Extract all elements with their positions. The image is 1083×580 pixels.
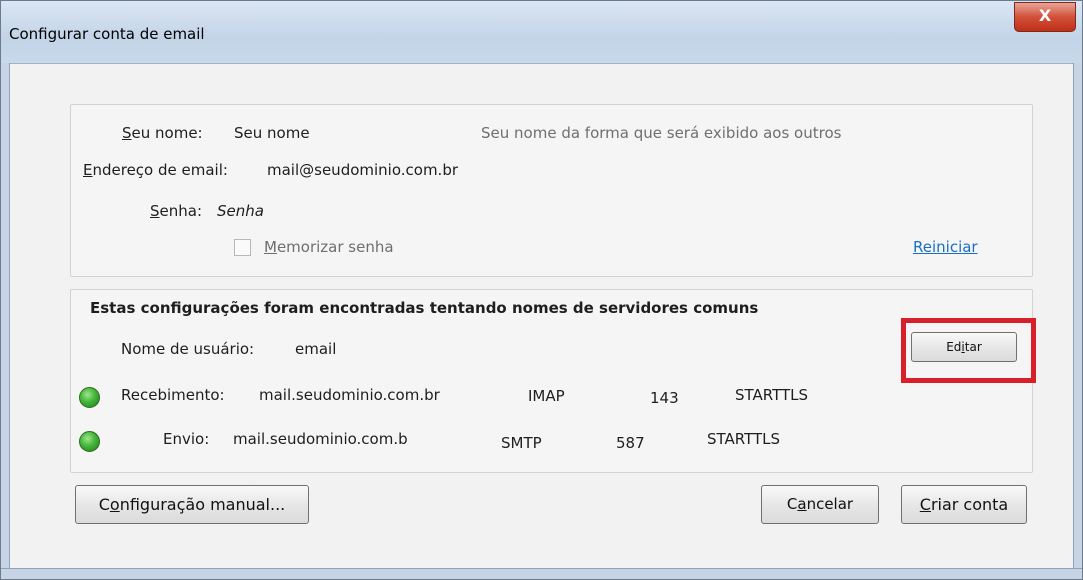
outgoing-status-icon — [79, 431, 100, 452]
outgoing-security: STARTTLS — [707, 430, 781, 448]
title-bar[interactable]: Configurar conta de email X — [1, 1, 1082, 64]
incoming-protocol: IMAP — [528, 387, 565, 405]
close-icon: X — [1038, 6, 1052, 25]
incoming-host: mail.seudominio.com.br — [259, 386, 440, 404]
outgoing-host: mail.seudominio.com.b — [233, 430, 408, 448]
outgoing-protocol: SMTP — [501, 434, 542, 452]
email-field[interactable]: mail@seudominio.com.br — [267, 161, 458, 179]
account-panel: Seu nome: Seu nome Seu nome da forma que… — [70, 104, 1033, 277]
name-hint: Seu nome da forma que será exibido aos o… — [481, 124, 842, 142]
name-label: Seu nome: — [122, 124, 203, 142]
window-title: Configurar conta de email — [9, 25, 205, 43]
remember-password-checkbox[interactable] — [234, 239, 251, 256]
server-settings-heading: Estas configurações foram encontradas te… — [90, 299, 759, 317]
email-label: Endereço de email: — [83, 161, 228, 179]
window-frame-bottom — [1, 568, 1082, 579]
window-frame-right — [1073, 63, 1082, 579]
password-label: Senha: — [150, 202, 203, 220]
name-field[interactable]: Seu nome — [234, 124, 310, 142]
outgoing-port: 587 — [616, 434, 645, 452]
server-settings-panel: Estas configurações foram encontradas te… — [70, 289, 1036, 473]
incoming-status-icon — [79, 387, 100, 408]
username-label: Nome de usuário: — [121, 340, 255, 358]
dialog-content: Seu nome: Seu nome Seu nome da forma que… — [10, 64, 1073, 568]
remember-password-label[interactable]: Memorizar senha — [264, 238, 394, 256]
outgoing-label: Envio: — [163, 430, 210, 448]
manual-config-button[interactable]: Configuração manual... — [75, 485, 309, 524]
close-button[interactable]: X — [1014, 2, 1076, 32]
window-frame-left — [1, 63, 10, 579]
incoming-port: 143 — [650, 389, 679, 407]
create-account-button[interactable]: Criar conta — [901, 485, 1027, 524]
reset-link[interactable]: Reiniciar — [913, 238, 978, 256]
password-field[interactable]: Senha — [217, 202, 264, 220]
edit-button-highlight — [901, 318, 1036, 383]
username-value: email — [295, 340, 337, 358]
incoming-security: STARTTLS — [735, 386, 809, 404]
cancel-button[interactable]: Cancelar — [761, 485, 879, 524]
email-setup-dialog: Configurar conta de email X Seu nome: Se… — [0, 0, 1083, 580]
incoming-label: Recebimento: — [121, 386, 225, 404]
